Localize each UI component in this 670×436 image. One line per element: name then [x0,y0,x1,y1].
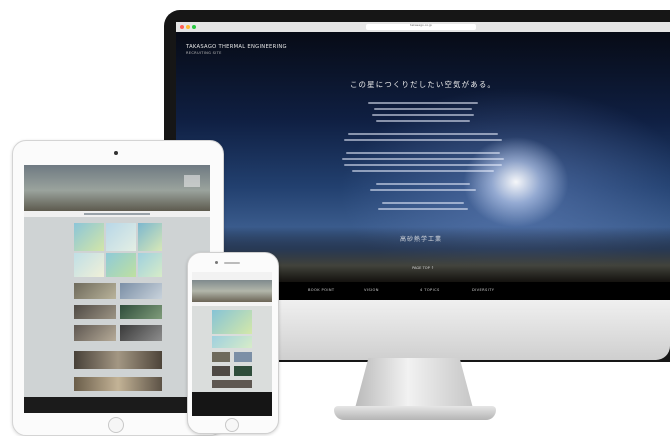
photo-tile[interactable] [74,283,116,299]
tablet-hero-image [24,165,210,211]
address-bar[interactable]: takasago.co.jp [366,23,476,30]
photo-tile[interactable] [74,351,162,369]
imac-stand-neck [354,358,474,412]
imac-stand-base [334,406,496,420]
hero-message [326,102,520,232]
hero-heading: この星につくりだしたい空気がある。 [349,80,497,89]
photo-tile[interactable] [212,380,252,388]
illustration-tile[interactable] [74,223,104,251]
tablet-footer [24,397,210,413]
phone-screen [192,272,272,416]
nav-vision[interactable]: VISION [364,288,379,292]
site-brand-sub: RECRUITING SITE [186,51,222,55]
photo-tile[interactable] [120,325,162,341]
phone-status-bar [192,272,272,280]
site-brand[interactable]: TAKASAGO THERMAL ENGINEERING [186,44,287,50]
photo-tile[interactable] [234,366,252,376]
home-button-icon[interactable] [225,418,239,432]
illustration-tile[interactable] [106,253,136,277]
nav-4-topics[interactable]: 4 TOPICS [420,288,440,292]
photo-tile[interactable] [212,352,230,362]
illustration-tile[interactable] [74,253,104,277]
address-text: takasago.co.jp [410,23,432,27]
iphone-speaker [224,262,240,264]
illustration-tile[interactable] [106,223,136,251]
tablet-nav-line [84,213,150,215]
zoom-dot-icon[interactable] [192,25,196,29]
page-top-link[interactable]: PAGE TOP ↑ [393,266,453,270]
nav-diversity[interactable]: DIVERSITY [472,288,494,292]
company-signature: 高砂熱学工業 [399,236,442,243]
illustration-tile[interactable] [138,223,162,251]
illustration-tile[interactable] [212,336,252,348]
minimize-dot-icon[interactable] [186,25,190,29]
illustration-tile[interactable] [138,253,162,277]
photo-tile[interactable] [120,283,162,299]
photo-tile[interactable] [74,305,116,319]
tablet-menu-block[interactable] [184,175,200,187]
ipad-camera [114,151,118,155]
close-dot-icon[interactable] [180,25,184,29]
photo-tile[interactable] [212,366,230,376]
photo-tile[interactable] [74,377,162,391]
nav-book-point[interactable]: BOOK POINT [308,288,335,292]
tablet-screen [24,165,210,413]
photo-tile[interactable] [234,352,252,362]
photo-tile[interactable] [120,305,162,319]
home-button-icon[interactable] [108,417,124,433]
illustration-tile[interactable] [212,310,252,334]
photo-tile[interactable] [74,325,116,341]
iphone-camera [215,261,218,264]
phone-footer [192,392,272,416]
phone-nav-strip [192,302,272,306]
phone-hero-image [192,280,272,302]
